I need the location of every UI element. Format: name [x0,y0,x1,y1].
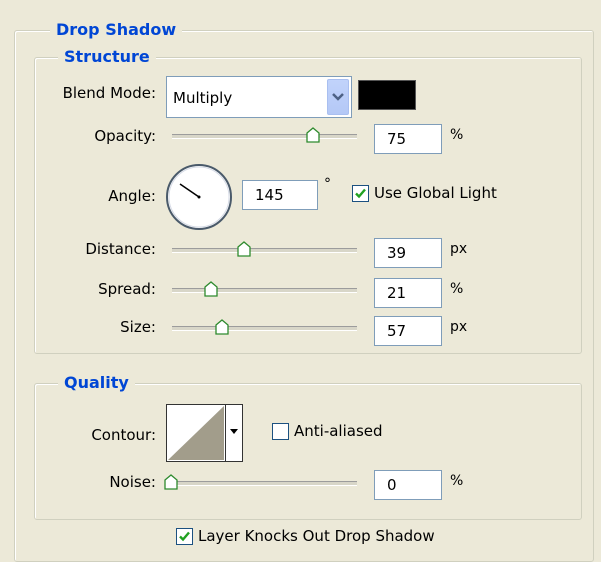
angle-input[interactable]: 145 [242,180,318,210]
size-unit: px [450,319,468,335]
opacity-label: Opacity: [94,127,156,145]
chevron-down-icon[interactable] [327,79,349,115]
checkmark-icon [355,188,366,199]
noise-unit: % [450,473,464,489]
layer-knocks-out-label[interactable]: Layer Knocks Out Drop Shadow [198,527,435,545]
layer-knocks-out-checkbox[interactable] [176,528,193,545]
blend-mode-label: Blend Mode: [62,84,156,102]
drop-shadow-title: Drop Shadow [50,20,183,39]
slider-thumb-icon[interactable] [306,127,320,143]
noise-slider-track[interactable] [172,481,357,486]
distance-unit: px [450,241,468,257]
structure-legend: Structure [58,47,156,66]
blend-mode-value: Multiply [173,89,233,107]
distance-label: Distance: [85,240,156,258]
quality-group [34,383,582,520]
slider-thumb-icon[interactable] [164,474,178,490]
contour-picker[interactable] [166,404,226,462]
noise-input[interactable]: 0 [374,470,442,500]
contour-label: Contour: [91,426,156,444]
chevron-down-icon [230,429,238,434]
checkmark-icon [179,531,190,542]
angle-unit: ° [324,176,331,192]
opacity-input[interactable]: 75 [374,124,442,154]
distance-input[interactable]: 39 [374,238,442,268]
contour-dropdown-button[interactable] [225,404,243,462]
spread-label: Spread: [98,280,156,298]
use-global-light-checkbox[interactable] [352,185,369,202]
opacity-slider-track[interactable] [172,134,357,139]
size-input[interactable]: 57 [374,316,442,346]
use-global-light-label[interactable]: Use Global Light [374,184,497,202]
angle-label: Angle: [108,187,156,205]
blend-mode-select[interactable]: Multiply [166,76,352,118]
size-label: Size: [120,318,156,336]
spread-input[interactable]: 21 [374,278,442,308]
slider-thumb-icon[interactable] [204,281,218,297]
distance-slider-track[interactable] [172,248,357,253]
slider-thumb-icon[interactable] [237,241,251,257]
size-slider-track[interactable] [172,326,357,331]
spread-unit: % [450,281,464,297]
opacity-unit: % [450,127,464,143]
quality-legend: Quality [58,373,135,392]
spread-slider-track[interactable] [172,288,357,293]
slider-thumb-icon[interactable] [215,319,229,335]
anti-aliased-label[interactable]: Anti-aliased [294,422,383,440]
shadow-color-swatch[interactable] [358,80,416,110]
anti-aliased-checkbox[interactable] [272,423,289,440]
noise-label: Noise: [109,473,156,491]
angle-dial-icon[interactable] [164,162,234,232]
